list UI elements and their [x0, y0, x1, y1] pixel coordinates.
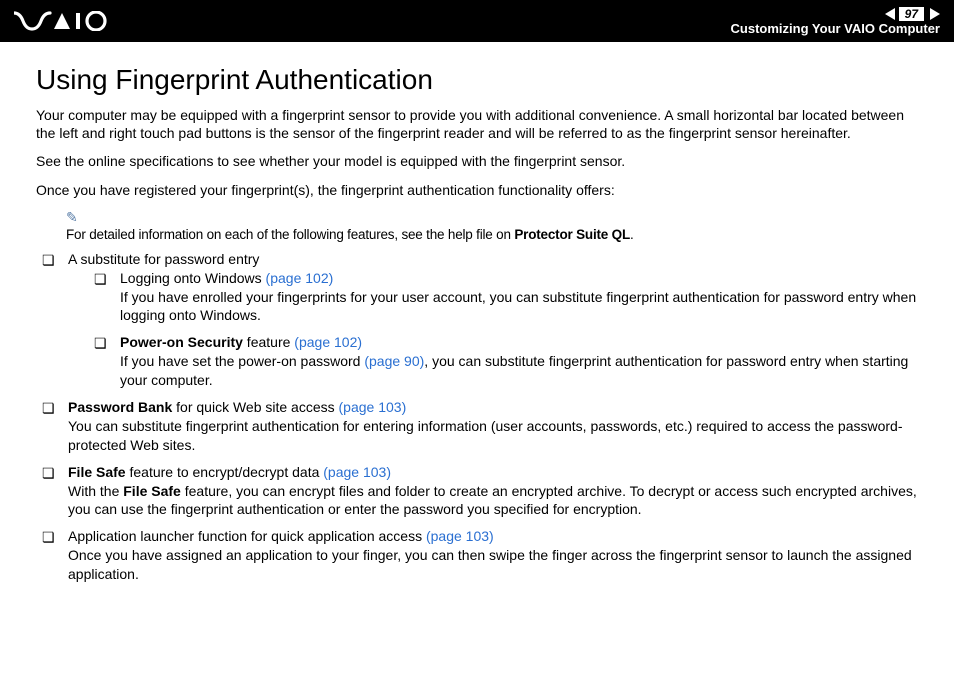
- page-link[interactable]: (page 90): [364, 353, 424, 369]
- list-item: Password Bank for quick Web site access …: [42, 398, 918, 455]
- page-link[interactable]: (page 103): [426, 528, 494, 544]
- header-nav: 97 Customizing Your VAIO Computer: [731, 7, 940, 36]
- next-page-arrow-icon[interactable]: [930, 8, 940, 20]
- feature-list: A substitute for password entry Logging …: [42, 250, 918, 584]
- intro-paragraph-2: See the online specifications to see whe…: [36, 152, 918, 170]
- page-title: Using Fingerprint Authentication: [36, 64, 918, 96]
- note-icon: ✎: [66, 209, 78, 225]
- vaio-logo: [14, 0, 110, 42]
- intro-paragraph-1: Your computer may be equipped with a fin…: [36, 106, 918, 142]
- page-content: Using Fingerprint Authentication Your co…: [0, 42, 954, 602]
- header-bar: 97 Customizing Your VAIO Computer: [0, 0, 954, 42]
- list-item: Logging onto Windows (page 102) If you h…: [94, 269, 918, 326]
- page-link[interactable]: (page 103): [339, 399, 407, 415]
- list-item: File Safe feature to encrypt/decrypt dat…: [42, 463, 918, 520]
- list-item: Power-on Security feature (page 102) If …: [94, 333, 918, 390]
- vaio-logo-svg: [14, 11, 110, 31]
- page-link[interactable]: (page 102): [266, 270, 334, 286]
- note-block: ✎ For detailed information on each of th…: [66, 209, 918, 242]
- page-link[interactable]: (page 103): [323, 464, 391, 480]
- list-item: Application launcher function for quick …: [42, 527, 918, 584]
- list-item: A substitute for password entry Logging …: [42, 250, 918, 390]
- note-text: For detailed information on each of the …: [66, 227, 634, 242]
- intro-paragraph-3: Once you have registered your fingerprin…: [36, 181, 918, 199]
- page-link[interactable]: (page 102): [294, 334, 362, 350]
- pager: 97: [885, 7, 940, 21]
- section-title: Customizing Your VAIO Computer: [731, 21, 940, 36]
- prev-page-arrow-icon[interactable]: [885, 8, 895, 20]
- page-number: 97: [899, 7, 924, 21]
